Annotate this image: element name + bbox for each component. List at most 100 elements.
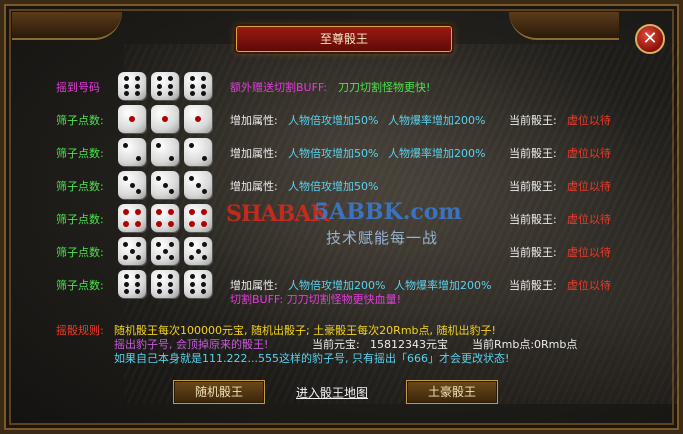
row-label: 筛子点数:	[56, 114, 104, 127]
die-pip	[195, 248, 201, 254]
die-pip	[156, 91, 162, 97]
die-pip	[188, 208, 195, 215]
die-face-6	[118, 72, 146, 100]
die-pip	[202, 255, 208, 261]
die-pip	[123, 91, 129, 97]
die-pip	[195, 116, 201, 122]
die-face-3	[118, 171, 146, 199]
die-pip	[189, 273, 195, 279]
dice-row: 筛子点数: 增加属性: 人物倍攻增加200% 人物爆率增加200% 当前骰王: …	[4, 269, 679, 306]
attr-label: 增加属性:	[230, 114, 278, 127]
die-face-2	[151, 138, 179, 166]
die-pip	[202, 241, 208, 247]
die-pip	[123, 273, 129, 279]
king-value: 虚位以待	[567, 279, 611, 292]
die-pip	[168, 281, 174, 287]
die-face-1	[184, 105, 212, 133]
die-pip	[201, 75, 207, 81]
die-face-6	[151, 270, 179, 298]
die-face-3	[151, 171, 179, 199]
die-pip	[135, 273, 141, 279]
die-pip	[156, 75, 162, 81]
attr-label: 增加属性:	[230, 180, 278, 193]
die-pip	[162, 182, 168, 188]
attr-value-2: 人物爆率增加200%	[388, 147, 486, 160]
die-pip	[155, 255, 161, 261]
die-pip	[123, 143, 129, 149]
die-pip	[156, 143, 162, 149]
die-pip	[135, 289, 141, 295]
die-face-5	[151, 237, 179, 265]
die-pip	[201, 221, 208, 228]
die-pip	[188, 175, 194, 181]
die-pip	[156, 273, 162, 279]
attr-value-1: 人物倍攻增加50%	[288, 147, 379, 160]
close-icon: ✕	[642, 28, 658, 49]
enter-map-link[interactable]: 进入骰王地图	[296, 384, 368, 401]
close-button[interactable]: ✕	[635, 24, 665, 54]
buff-line: 切割BUFF: 刀刀切割怪物更快血量!	[230, 293, 402, 306]
watermark: SHABAK 5ABBK.com 技术赋能每一战	[226, 197, 476, 255]
row-label: 筛子点数:	[56, 279, 104, 292]
die-pip	[135, 75, 141, 81]
die-pip	[188, 221, 195, 228]
die-face-1	[151, 105, 179, 133]
die-pip	[156, 83, 162, 89]
die-pip	[156, 289, 162, 295]
die-pip	[162, 116, 168, 122]
king-label: 当前骰王:	[509, 246, 557, 259]
die-face-4	[184, 204, 212, 232]
king-label: 当前骰王:	[509, 279, 557, 292]
die-pip	[122, 255, 128, 261]
watermark-site: 5ABBK.com	[314, 199, 462, 225]
die-face-2	[118, 138, 146, 166]
die-face-1	[118, 105, 146, 133]
die-pip	[122, 175, 128, 181]
die-face-2	[184, 138, 212, 166]
die-pip	[129, 182, 135, 188]
die-pip	[162, 248, 168, 254]
king-value: 虚位以待	[567, 114, 611, 127]
row-label: 筛子点数:	[56, 246, 104, 259]
row-label: 筛子点数:	[56, 180, 104, 193]
king-label: 当前骰王:	[509, 114, 557, 127]
tuhao-king-button[interactable]: 土豪骰王	[406, 380, 498, 404]
die-pip	[135, 281, 141, 287]
die-pip	[168, 273, 174, 279]
die-pip	[169, 255, 175, 261]
die-pip	[201, 289, 207, 295]
king-value: 虚位以待	[567, 246, 611, 259]
die-face-6	[151, 72, 179, 100]
die-pip	[123, 289, 129, 295]
die-pip	[135, 221, 142, 228]
die-pip	[135, 208, 142, 215]
die-pip	[136, 241, 142, 247]
die-pip	[155, 208, 162, 215]
dice-row: 筛子点数: 增加属性: 人物倍攻增加50% 人物爆率增加200% 当前骰王: 虚…	[4, 104, 679, 136]
die-pip	[189, 289, 195, 295]
die-pip	[189, 281, 195, 287]
die-face-4	[118, 204, 146, 232]
die-pip	[123, 281, 129, 287]
die-pip	[168, 289, 174, 295]
random-king-button[interactable]: 随机骰王	[173, 380, 265, 404]
die-pip	[201, 83, 207, 89]
die-pip	[189, 75, 195, 81]
watermark-logo: SHABAK	[226, 201, 330, 227]
die-pip	[169, 241, 175, 247]
rules-line-3: 如果自己本身就是111.222...555这样的豹子号, 只有摇出「666」才会…	[114, 352, 510, 365]
die-pip	[195, 182, 201, 188]
attr-value-1: 人物倍攻增加50%	[288, 180, 379, 193]
attr-value-2: 人物爆率增加200%	[388, 114, 486, 127]
watermark-slogan: 技术赋能每一战	[326, 229, 439, 247]
die-pip	[168, 83, 174, 89]
die-pip	[135, 83, 141, 89]
king-value: 虚位以待	[567, 213, 611, 226]
die-pip	[135, 155, 141, 161]
king-label: 当前骰王:	[509, 180, 557, 193]
extra-buff-label: 额外赠送切割BUFF:	[230, 81, 328, 94]
die-face-6	[184, 72, 212, 100]
die-face-4	[151, 204, 179, 232]
attr-value-2: 人物爆率增加200%	[394, 279, 492, 292]
king-label: 当前骰王:	[509, 213, 557, 226]
